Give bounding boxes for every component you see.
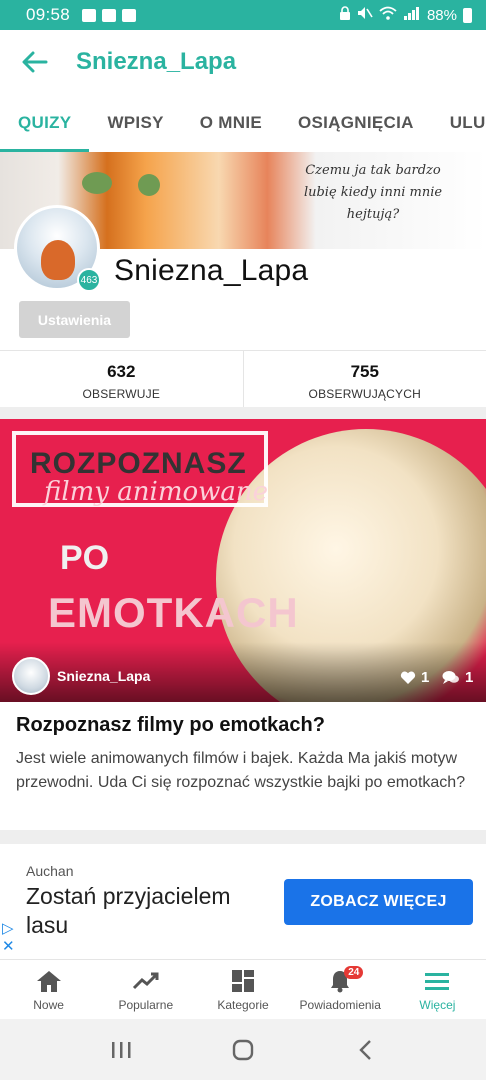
notification-badge: 24 [344,966,364,979]
followers-label: OBSERWUJĄCYCH [308,387,421,401]
grid-icon [232,970,254,992]
ad-headline[interactable]: Zostań przyjacielem lasu [26,882,276,940]
nav-label: Kategorie [217,998,269,1012]
wifi-icon [379,6,397,24]
ad-banner[interactable]: Auchan Zostań przyjacielem lasu ZOBACZ W… [0,844,486,959]
cover-art-eye [82,172,112,194]
system-navigation [0,1019,486,1080]
comments-count: 1 [465,669,474,686]
cover-art-eye [138,174,160,196]
followers-stat[interactable]: 755 OBSERWUJĄCYCH [242,351,486,407]
app-bar: Sniezna_Lapa [0,30,486,94]
nav-kategorie[interactable]: Kategorie [194,960,291,1019]
level-badge: 463 [77,268,101,292]
nav-wiecej[interactable]: Więcej [389,960,486,1019]
divider [0,407,486,419]
ad-brand: Auchan [26,863,74,879]
trending-icon [132,972,159,990]
settings-button[interactable]: Ustawienia [19,301,130,338]
profile-username: Sniezna_Lapa [114,254,309,287]
recent-apps-button[interactable] [101,1030,141,1070]
nav-powiadomienia[interactable]: 24 Powiadomienia [292,960,389,1019]
close-ad-icon[interactable]: ✕ [2,938,15,956]
bottom-navigation: Nowe Popularne Kategorie 24 Powiadomieni… [0,959,486,1019]
nav-popularne[interactable]: Popularne [97,960,194,1019]
ad-cta-button[interactable]: ZOBACZ WIĘCEJ [284,879,473,925]
likes-counter[interactable]: 1 [400,669,429,686]
thumbnail-text-po: PO [60,539,110,577]
tab-wpisy[interactable]: WPISY [89,94,181,152]
home-button[interactable] [223,1030,263,1070]
quiz-title[interactable]: Rozpoznasz filmy po emotkach? [16,714,325,737]
cover-quote: Czemu ja tak bardzo lubię kiedy inni mni… [303,163,443,222]
chevron-left-icon [359,1039,371,1060]
tab-osiagniecia[interactable]: OSIĄGNIĘCIA [280,94,432,152]
menu-icon [425,973,450,990]
mute-icon [357,6,373,24]
status-notification-icons [82,8,137,22]
likes-count: 1 [421,669,430,686]
nav-label: Nowe [33,998,64,1012]
status-time: 09:58 [26,5,71,24]
avatar-fox-art [41,240,75,280]
home-icon [36,971,61,992]
profile-tabs: QUIZY WPISY O MNIE OSIĄGNIĘCIA ULUBIO [0,94,486,152]
thumbnail-text-emotkach: EMOTKACH [48,589,299,636]
recents-icon [112,1041,131,1058]
divider [0,830,486,844]
page-title: Sniezna_Lapa [76,48,237,75]
status-bar: 09:58 88% [0,0,486,30]
thumbnail-text-heading: ROZPOZNASZ [30,447,247,480]
nav-label: Powiadomienia [299,998,381,1012]
camera-icon [122,8,137,22]
gallery-icon [82,8,97,22]
back-button[interactable] [0,30,70,94]
profile-stats: 632 OBSERWUJE 755 OBSERWUJĄCYCH [0,350,486,407]
comments-counter[interactable]: 1 [442,669,473,686]
tab-o-mnie[interactable]: O MNIE [182,94,280,152]
thumbnail-text-subtitle: filmy animowane [44,477,269,507]
quiz-author[interactable]: Sniezna_Lapa [57,668,150,684]
author-avatar[interactable] [12,657,50,695]
ad-choices[interactable]: ▷ ✕ [2,920,15,956]
quiz-thumbnail[interactable]: ROZPOZNASZ filmy animowane PO EMOTKACH [0,419,486,702]
tab-ulubione[interactable]: ULUBIO [432,94,486,152]
quiz-description: Jest wiele animowanych filmów i bajek. K… [16,750,466,791]
following-count: 632 [107,362,136,381]
following-stat[interactable]: 632 OBSERWUJE [0,351,243,407]
youtube-icon [102,8,117,22]
battery-percent: 88% [426,6,457,24]
followers-count: 755 [350,362,379,381]
lock-icon [339,5,351,25]
adchoices-icon[interactable]: ▷ [2,920,15,938]
battery-icon [463,7,472,23]
nav-label: Popularne [118,998,174,1012]
arrow-left-icon [22,51,48,73]
heart-icon [400,671,416,684]
comments-icon [442,671,459,684]
status-system-icons: 88% [339,5,472,25]
tab-quizy[interactable]: QUIZY [0,94,90,152]
home-circle-icon [232,1039,254,1060]
system-back-button[interactable] [345,1030,385,1070]
following-label: OBSERWUJE [82,387,161,401]
nav-label: Więcej [419,998,456,1012]
signal-icon [403,6,421,24]
nav-nowe[interactable]: Nowe [0,960,97,1019]
